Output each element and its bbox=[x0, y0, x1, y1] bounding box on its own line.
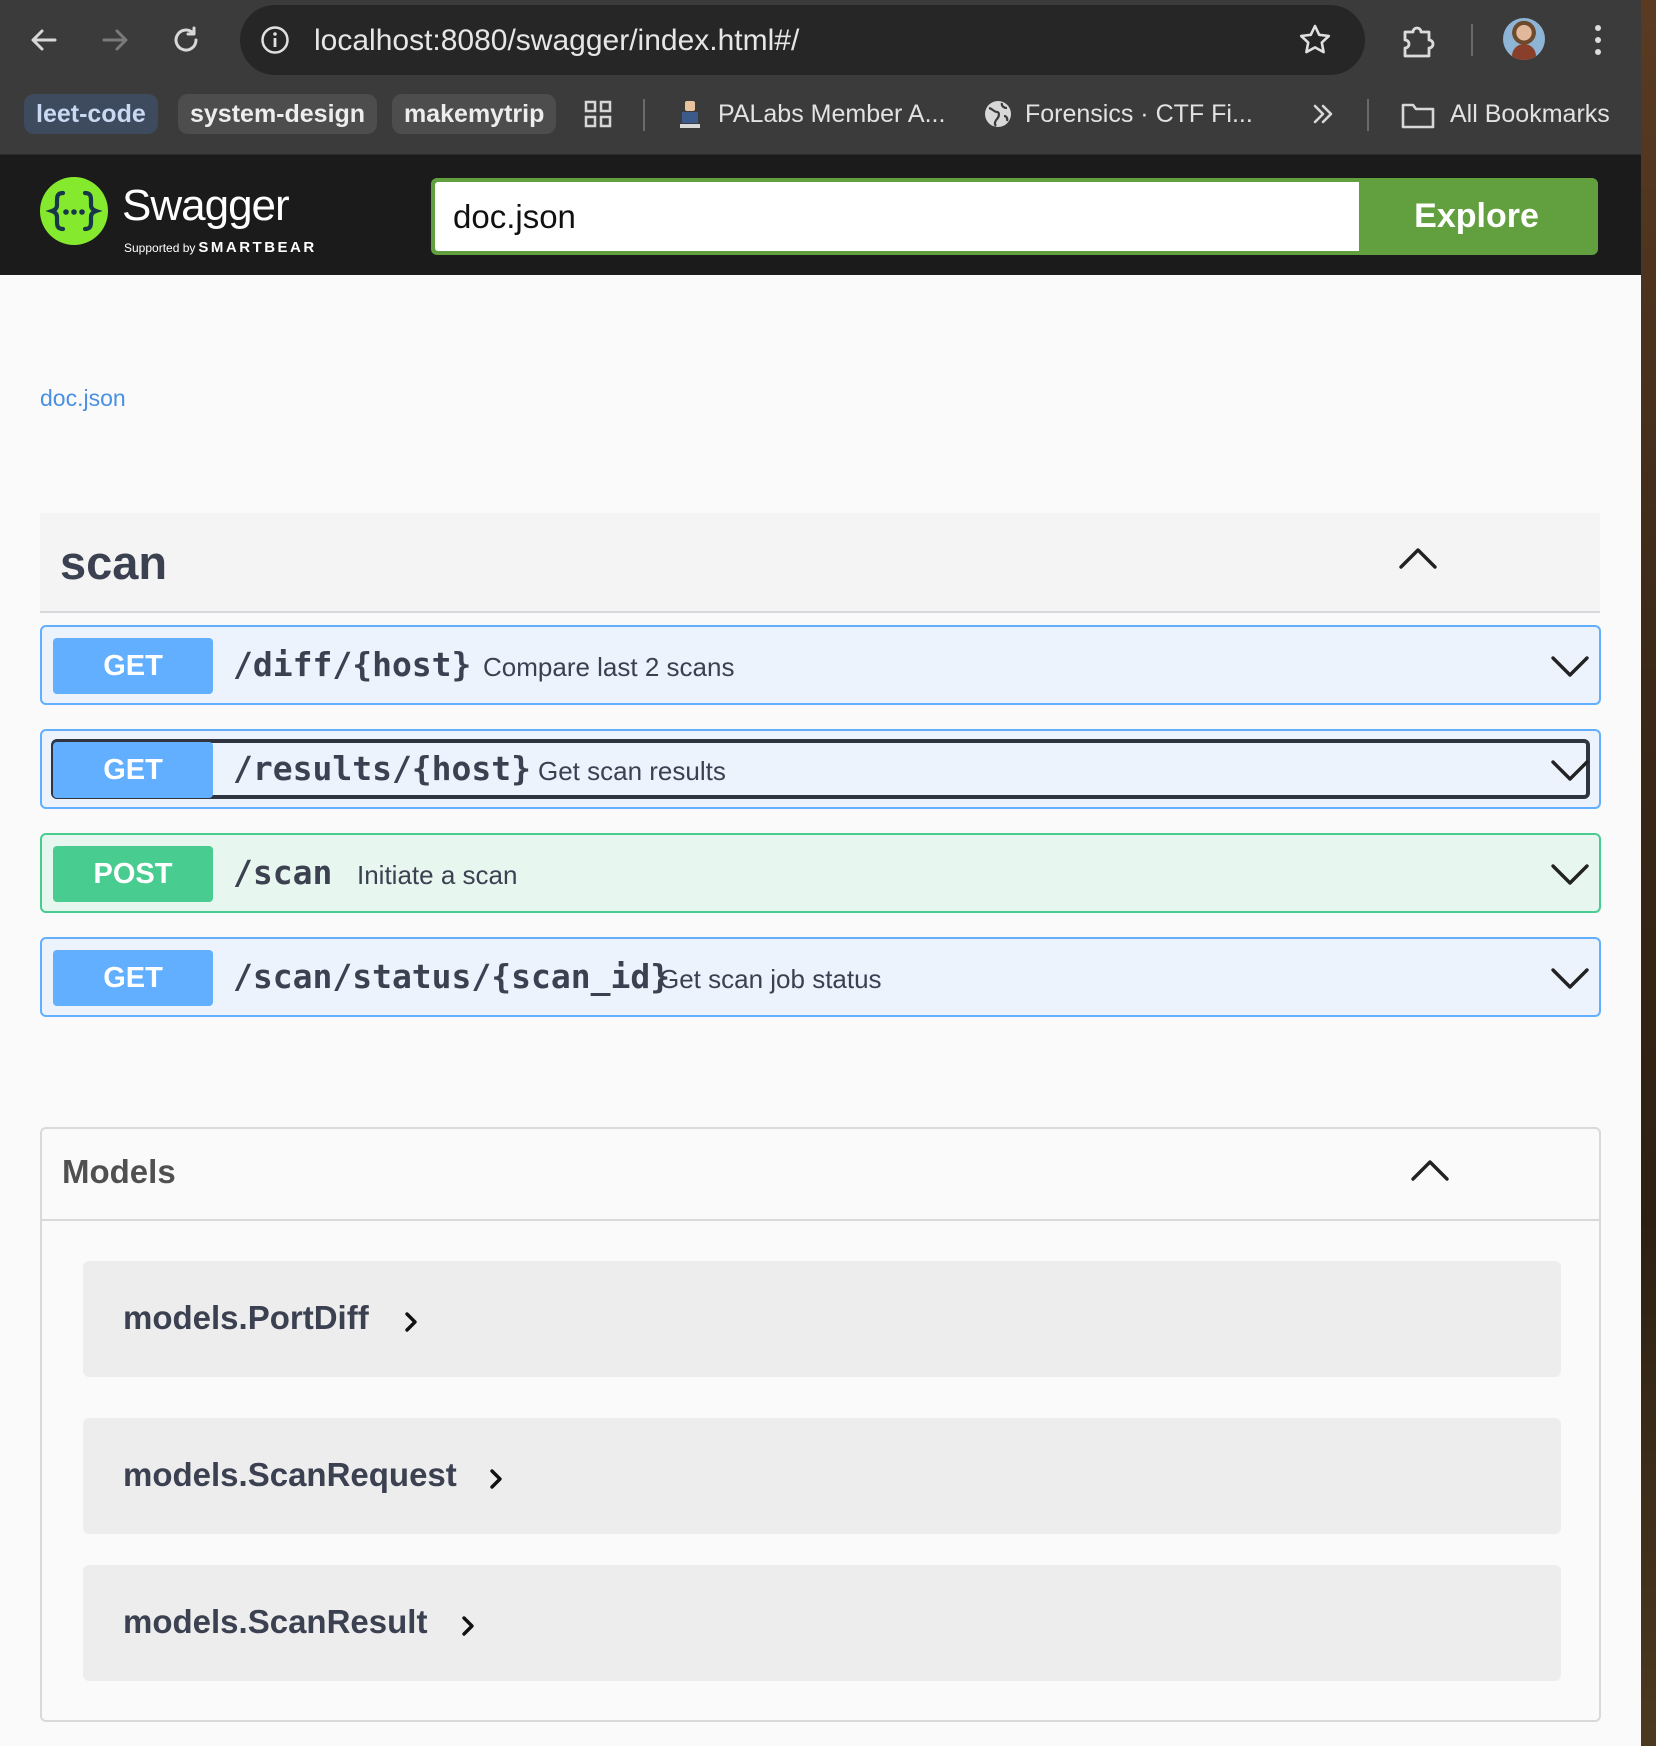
spec-url-form: Explore bbox=[431, 178, 1598, 255]
arrow-left-icon bbox=[31, 29, 57, 51]
model-name: models.ScanResult bbox=[123, 1603, 428, 1640]
opblock-get-diff-host[interactable]: GET /diff/{host} Compare last 2 scans bbox=[40, 625, 1601, 705]
operation-summary: Initiate a scan bbox=[357, 860, 518, 890]
chevron-down-icon[interactable] bbox=[1549, 856, 1591, 892]
operation-path: /scan/status/{scan_id} bbox=[233, 957, 671, 996]
chevron-down-icon[interactable] bbox=[1549, 648, 1591, 684]
model-item-portdiff[interactable]: models.PortDiff bbox=[83, 1261, 1561, 1377]
back-button[interactable] bbox=[26, 22, 62, 58]
chevron-right-icon[interactable] bbox=[486, 1466, 506, 1492]
swagger-topbar: Swagger Supported bySMARTBEAR Explore bbox=[0, 155, 1641, 275]
bookmark-folder-makemytrip[interactable]: makemytrip bbox=[392, 94, 557, 134]
extensions-icon[interactable] bbox=[1397, 20, 1437, 60]
folder-icon bbox=[1401, 103, 1435, 129]
swagger-content: doc.json scan GET /diff/{host} Compare l… bbox=[0, 275, 1641, 1746]
forward-button[interactable] bbox=[97, 22, 133, 58]
bookmark-star-icon[interactable] bbox=[1298, 23, 1332, 57]
bookmarks-bar: leet-code system-design makemytrip PALab… bbox=[0, 88, 1641, 138]
site-info-icon[interactable] bbox=[260, 25, 290, 55]
all-bookmarks[interactable]: All Bookmarks bbox=[1450, 100, 1610, 129]
desktop-background-strip bbox=[1641, 0, 1656, 1746]
chevron-right-icon[interactable] bbox=[458, 1613, 478, 1639]
model-item-scanrequest[interactable]: models.ScanRequest bbox=[83, 1418, 1561, 1534]
operation-summary: Compare last 2 scans bbox=[483, 652, 735, 682]
address-bar[interactable]: localhost:8080/swagger/index.html#/ bbox=[240, 5, 1365, 75]
swagger-logo-icon[interactable] bbox=[39, 176, 109, 246]
model-item-scanresult[interactable]: models.ScanResult bbox=[83, 1565, 1561, 1681]
models-title: Models bbox=[62, 1153, 176, 1190]
bookmark-forensics[interactable]: Forensics · CTF Fi... bbox=[1025, 100, 1253, 129]
chevron-down-icon[interactable] bbox=[1549, 752, 1591, 788]
operation-path: /diff/{host} bbox=[233, 645, 472, 684]
supported-by-text: Supported by bbox=[124, 241, 196, 255]
model-name: models.ScanRequest bbox=[123, 1456, 457, 1493]
bookmark-folder-leet-code[interactable]: leet-code bbox=[24, 94, 158, 134]
method-badge: GET bbox=[53, 742, 213, 798]
arrow-right-icon bbox=[102, 29, 128, 51]
models-header[interactable]: Models bbox=[42, 1129, 1599, 1221]
reload-button[interactable] bbox=[168, 22, 204, 58]
operation-path: /results/{host} bbox=[233, 749, 532, 788]
chevron-double-right-icon[interactable] bbox=[1310, 101, 1336, 127]
chevron-down-icon[interactable] bbox=[1549, 960, 1591, 996]
chevron-up-icon[interactable] bbox=[1398, 545, 1438, 576]
method-badge: POST bbox=[53, 846, 213, 902]
method-badge: GET bbox=[53, 950, 213, 1006]
more-vert-icon[interactable] bbox=[1591, 22, 1605, 58]
chevron-up-icon[interactable] bbox=[1410, 1157, 1450, 1188]
smartbear-text: SMARTBEAR bbox=[198, 239, 317, 256]
model-name: models.PortDiff bbox=[123, 1299, 369, 1336]
apps-grid-icon[interactable] bbox=[583, 99, 613, 129]
swagger-wordmark: Swagger bbox=[122, 181, 290, 230]
globe-icon bbox=[985, 101, 1011, 127]
spec-url-input[interactable] bbox=[435, 182, 1359, 251]
swagger-supported-by: Supported by SMARTBEAR bbox=[124, 239, 317, 256]
profile-avatar[interactable] bbox=[1503, 18, 1545, 60]
opblock-get-results-host[interactable]: GET /results/{host} Get scan results bbox=[40, 729, 1601, 809]
browser-chrome: localhost:8080/swagger/index.html#/ leet… bbox=[0, 0, 1641, 155]
tag-section-scan[interactable]: scan bbox=[40, 513, 1600, 613]
reload-icon bbox=[174, 26, 198, 52]
chevron-right-icon[interactable] bbox=[401, 1309, 421, 1335]
toolbar-divider bbox=[1471, 24, 1473, 56]
bookmarks-divider bbox=[643, 99, 645, 131]
bookmark-folder-system-design[interactable]: system-design bbox=[178, 94, 378, 134]
models-section: Models models.PortDiff models.ScanReques… bbox=[40, 1127, 1601, 1722]
opblock-post-scan[interactable]: POST /scan Initiate a scan bbox=[40, 833, 1601, 913]
bookmarks-divider bbox=[1367, 99, 1369, 131]
bookmark-palabs[interactable]: PALabs Member A... bbox=[718, 100, 945, 129]
palabs-favicon-icon bbox=[680, 101, 700, 128]
spec-link[interactable]: doc.json bbox=[40, 385, 126, 412]
operation-path: /scan bbox=[233, 853, 333, 892]
method-badge: GET bbox=[53, 638, 213, 694]
opblock-get-scan-status[interactable]: GET /scan/status/{scan_id} Get scan job … bbox=[40, 937, 1601, 1017]
operation-summary: Get scan results bbox=[538, 756, 726, 786]
operation-summary: Get scan job status bbox=[659, 964, 882, 994]
url-text[interactable]: localhost:8080/swagger/index.html#/ bbox=[314, 24, 799, 58]
explore-button[interactable]: Explore bbox=[1359, 182, 1594, 251]
tag-title: scan bbox=[60, 536, 168, 589]
